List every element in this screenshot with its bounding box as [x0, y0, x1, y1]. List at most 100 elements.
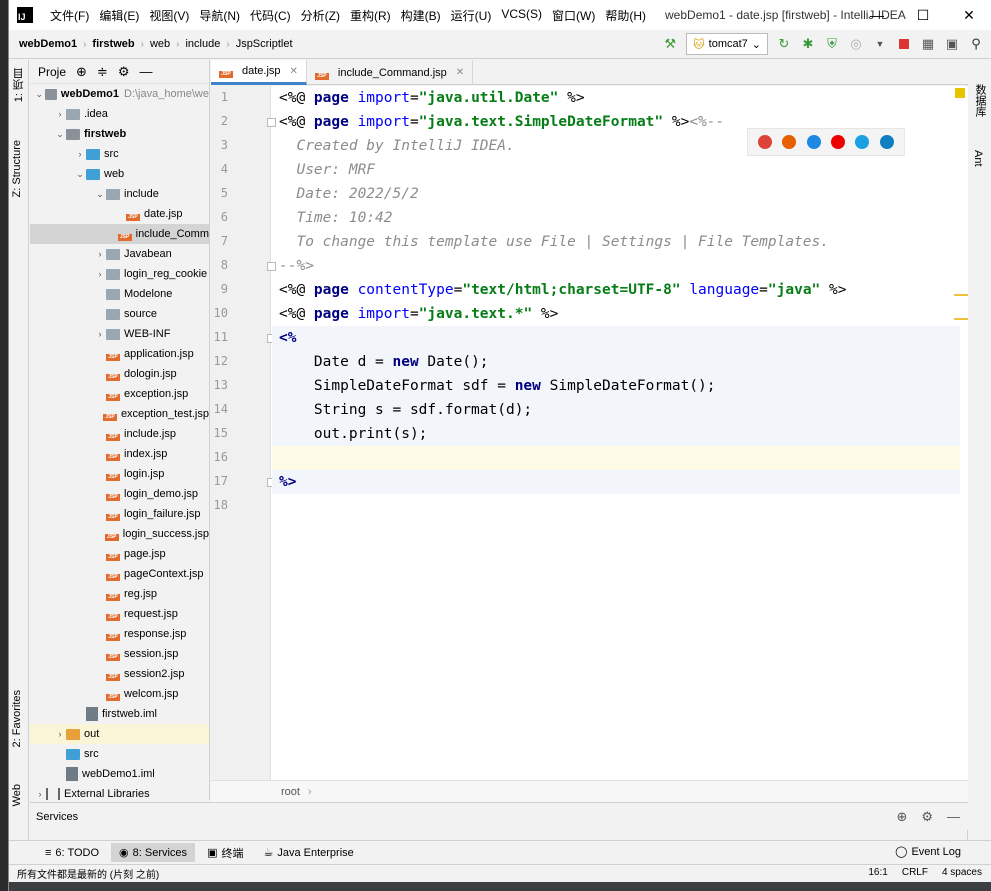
tab-project[interactable]: 1: 项目: [11, 68, 27, 102]
add-icon[interactable]: ⊕: [896, 809, 907, 825]
profile-icon[interactable]: ◎: [848, 36, 864, 52]
tree-item[interactable]: JSP login_demo.jsp: [30, 484, 209, 504]
close-tab-icon[interactable]: ✕: [456, 67, 464, 78]
indent-setting[interactable]: 4 spaces: [942, 867, 982, 878]
bottom-tab[interactable]: ☕ Java Enterprise: [255, 843, 361, 862]
code-line[interactable]: Time: 10:42: [272, 206, 960, 230]
chevron-right-icon[interactable]: ›: [34, 789, 46, 799]
menu-item[interactable]: 运行(U): [446, 7, 497, 24]
tab-web[interactable]: Web: [11, 784, 23, 806]
menu-item[interactable]: 构建(B): [396, 7, 446, 24]
hide-icon[interactable]: —: [947, 809, 960, 825]
tree-item[interactable]: JSP pageContext.jsp: [30, 564, 209, 584]
chevron-down-icon[interactable]: ⌄: [74, 169, 86, 180]
menu-item[interactable]: 窗口(W): [547, 7, 600, 24]
chevron-down-icon[interactable]: ⌄: [34, 89, 45, 100]
dropdown-icon[interactable]: ▼: [872, 36, 888, 52]
tab-favorites[interactable]: 2: Favorites: [11, 690, 23, 747]
tree-item[interactable]: JSP login_failure.jsp: [30, 504, 209, 524]
chevron-down-icon[interactable]: ⌄: [54, 129, 66, 140]
code-editor[interactable]: 1 2 3 4 5 6 7 8 9 10 11 12 13 14 15 16 17 18 <%@ page imp…: [211, 86, 968, 780]
code-breadcrumb-root[interactable]: root: [281, 786, 300, 798]
locate-icon[interactable]: ⊕: [76, 64, 87, 80]
code-line[interactable]: SimpleDateFormat sdf = new SimpleDateFor…: [272, 374, 960, 398]
tree-item[interactable]: JSP date.jsp: [30, 204, 209, 224]
tree-item[interactable]: › WEB-INF: [30, 324, 209, 344]
collapse-icon[interactable]: ≑: [97, 64, 108, 80]
stop-icon[interactable]: [896, 36, 912, 52]
gear-icon[interactable]: ⚙: [921, 809, 933, 825]
tree-item[interactable]: JSP login.jsp: [30, 464, 209, 484]
run-config-select[interactable]: 🐱 tomcat7 ⌄: [686, 33, 768, 55]
editor-tab[interactable]: JSP date.jsp ✕: [211, 60, 307, 85]
chevron-right-icon[interactable]: ›: [54, 729, 66, 739]
tree-item[interactable]: › login_reg_cookie: [30, 264, 209, 284]
code-line[interactable]: <%@ page import="java.text.*" %>: [272, 302, 960, 326]
bottom-tab[interactable]: ◉ 8: Services: [111, 843, 196, 862]
coverage-icon[interactable]: ⛨: [824, 36, 840, 52]
scroll-marker[interactable]: [954, 318, 968, 320]
tree-item[interactable]: JSP reg.jsp: [30, 584, 209, 604]
menu-item[interactable]: 导航(N): [194, 7, 245, 24]
code-line[interactable]: out.print(s);: [272, 422, 960, 446]
tree-item[interactable]: › src: [30, 144, 209, 164]
code-line[interactable]: String s = sdf.format(d);: [272, 398, 960, 422]
menu-item[interactable]: 视图(V): [144, 7, 194, 24]
menu-item[interactable]: 重构(R): [345, 7, 396, 24]
tree-item[interactable]: JSP exception.jsp: [30, 384, 209, 404]
breadcrumb-item[interactable]: include: [185, 38, 220, 50]
menu-item[interactable]: VCS(S): [496, 7, 547, 24]
debug-icon[interactable]: ✱: [800, 36, 816, 52]
edge-icon[interactable]: [879, 135, 894, 149]
breadcrumb-item[interactable]: webDemo1: [19, 38, 77, 50]
safari-icon[interactable]: [806, 135, 821, 149]
line-separator[interactable]: CRLF: [902, 867, 928, 878]
tree-item[interactable]: JSP application.jsp: [30, 344, 209, 364]
tab-database[interactable]: 数据库: [972, 84, 988, 117]
tree-item[interactable]: › out: [30, 724, 209, 744]
search-icon[interactable]: ⚲: [968, 36, 984, 52]
chevron-right-icon[interactable]: ›: [74, 149, 86, 159]
project-structure-icon[interactable]: ▦: [920, 36, 936, 52]
caret-position[interactable]: 16:1: [868, 867, 887, 878]
rerun-icon[interactable]: ↻: [776, 36, 792, 52]
run-anything-icon[interactable]: ▣: [944, 36, 960, 52]
tree-item[interactable]: ⌄ include: [30, 184, 209, 204]
code-line[interactable]: --%>: [272, 254, 960, 278]
editor-tab[interactable]: JSP include_Command.jsp ✕: [307, 60, 474, 85]
breadcrumb-item[interactable]: web: [150, 38, 170, 50]
chevron-right-icon[interactable]: ›: [94, 269, 106, 279]
code-line[interactable]: <%@ page contentType = "text/html;charset=…: [272, 278, 960, 302]
gear-icon[interactable]: ⚙: [118, 64, 130, 80]
tree-item[interactable]: › Javabean: [30, 244, 209, 264]
code-line[interactable]: Date: 2022/5/2: [272, 182, 960, 206]
breadcrumb-item[interactable]: firstweb: [92, 38, 134, 50]
tree-item[interactable]: JSP page.jsp: [30, 544, 209, 564]
code-line[interactable]: <%@ page import="java.util.Date" %>: [272, 86, 960, 110]
maximize-button[interactable]: ☐: [900, 0, 946, 30]
hide-icon[interactable]: —: [139, 64, 152, 79]
tree-item[interactable]: src: [30, 744, 209, 764]
chevron-down-icon[interactable]: ⌄: [94, 189, 106, 200]
code-area[interactable]: <%@ page import="java.util.Date" %> <%@ p…: [272, 86, 960, 780]
tree-item[interactable]: JSP dologin.jsp: [30, 364, 209, 384]
tab-structure[interactable]: Z: Structure: [11, 140, 23, 197]
project-panel-title[interactable]: Proje: [38, 65, 66, 79]
breadcrumb-item[interactable]: JspScriptlet: [236, 38, 293, 50]
scroll-marker[interactable]: [954, 294, 968, 296]
code-line[interactable]: <%: [272, 326, 960, 350]
bottom-tab[interactable]: ▣ 终端: [199, 842, 251, 864]
menu-item[interactable]: 编辑(E): [94, 7, 144, 24]
tree-item[interactable]: JSP session2.jsp: [30, 664, 209, 684]
menu-item[interactable]: 帮助(H): [600, 7, 651, 24]
code-line[interactable]: To change this template use File | Setti…: [272, 230, 960, 254]
tree-item[interactable]: JSP index.jsp: [30, 444, 209, 464]
chevron-right-icon[interactable]: ›: [94, 249, 106, 259]
tree-item[interactable]: JSP response.jsp: [30, 624, 209, 644]
code-line[interactable]: Date d = new Date();: [272, 350, 960, 374]
tree-item[interactable]: JSP include_Comm: [30, 224, 209, 244]
ie-icon[interactable]: [855, 135, 870, 149]
chevron-right-icon[interactable]: ›: [54, 109, 66, 119]
opera-icon[interactable]: [831, 135, 846, 149]
code-line[interactable]: [272, 494, 960, 518]
